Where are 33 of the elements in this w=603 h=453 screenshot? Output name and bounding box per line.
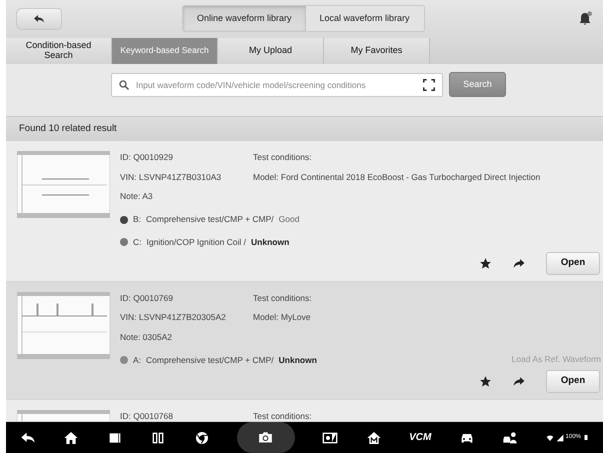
test-conditions-label: Test conditions: (253, 150, 313, 164)
result-item[interactable]: Load As Ref. Waveform ID: Q0010769 Test conditions: VIN: LSVNP41Z7B20305A2 Model: MyLove Note: 0305A2 A: Comprehensive test/CMP + CMP/ Unknown Open (6, 282, 603, 400)
search-tab[interactable]: Condition-based Search (6, 38, 112, 64)
test-result: Good (278, 213, 300, 226)
test-name: Ignition/COP Ignition Coil / (146, 236, 246, 249)
vcm-button[interactable]: VCM (409, 430, 432, 445)
test-result: Unknown (278, 354, 317, 367)
result-item[interactable]: ID: Q0010768 Test conditions: (6, 400, 603, 422)
test-channel: C: (133, 236, 142, 249)
library-tab[interactable]: Local waveform library (306, 6, 424, 32)
waveform-id: ID: Q0010768 (120, 410, 174, 421)
search-field[interactable]: Input waveform code/VIN/vehicle model/screening conditions (111, 72, 443, 97)
test-conditions-label: Test conditions: (253, 410, 313, 421)
waveform-id: ID: Q0010929 (120, 150, 174, 164)
note-text: Note: A3 (120, 190, 154, 204)
test-channel: B: (133, 213, 142, 226)
library-tab[interactable]: Online waveform library (183, 6, 306, 32)
search-tab[interactable]: My Upload (218, 38, 324, 64)
open-button[interactable]: Open (546, 252, 600, 275)
note-text: Note: 0305A2 (120, 331, 173, 344)
vin-text: VIN: LSVNP41Z7B0310A3 (120, 170, 222, 184)
test-result: Unknown (251, 236, 290, 249)
vin-text: VIN: LSVNP41Z7B20305A2 (120, 311, 227, 324)
open-button[interactable]: Open (546, 370, 600, 393)
test-name: Comprehensive test/CMP + CMP/ (146, 213, 274, 226)
test-channel: A: (133, 354, 142, 367)
test-name: Comprehensive test/CMP + CMP/ (146, 354, 274, 367)
model-text: Model: Ford Continental 2018 EcoBoost - Gas Turbocharged Direct Injection (253, 170, 542, 184)
model-text: Model: MyLove (253, 311, 312, 324)
search-tab[interactable]: My Favorites (324, 38, 430, 64)
results-header: Found 10 related result (6, 116, 603, 141)
waveform-id: ID: Q0010769 (120, 292, 174, 304)
test-conditions-label: Test conditions: (253, 292, 313, 304)
